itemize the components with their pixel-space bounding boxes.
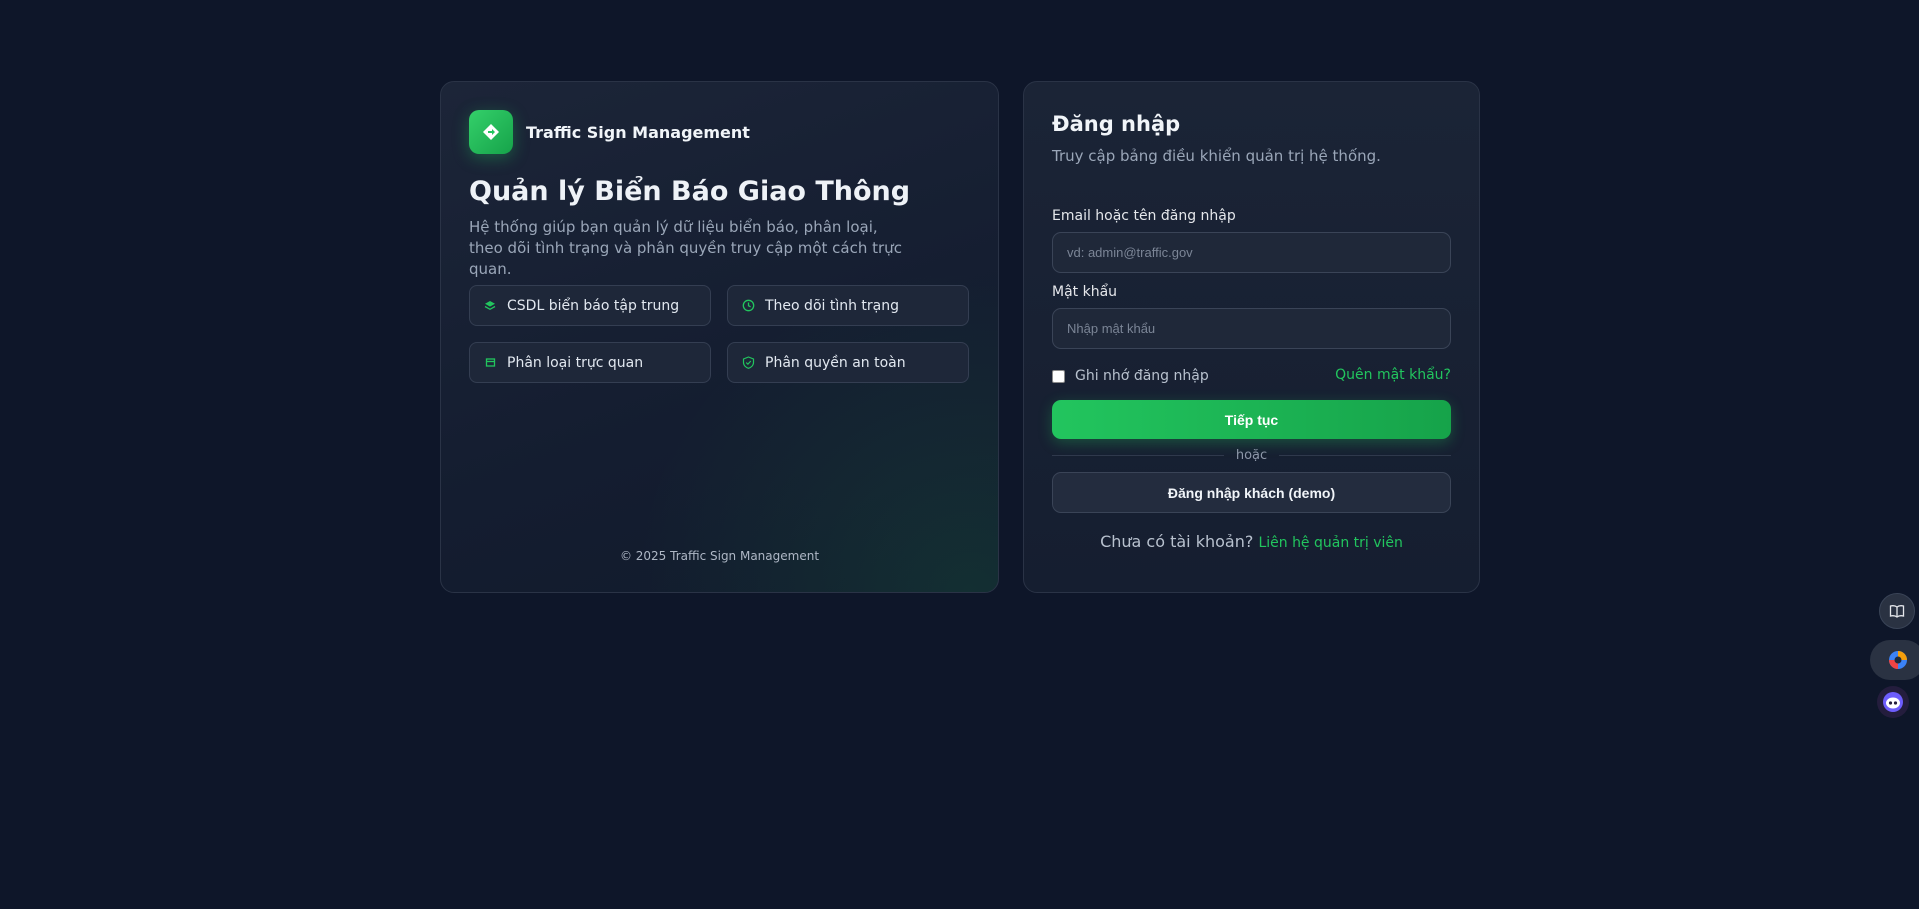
password-field[interactable] bbox=[1052, 308, 1451, 349]
feature-label: Phân quyền an toàn bbox=[765, 354, 906, 371]
remember-checkbox[interactable] bbox=[1052, 369, 1065, 383]
divider: hoặc bbox=[1052, 447, 1451, 463]
divider-line bbox=[1052, 454, 1224, 456]
hero-description: Hệ thống giúp bạn quản lý dữ liệu biển b… bbox=[469, 218, 902, 278]
layers-icon bbox=[483, 299, 497, 313]
feature-card: Phân loại trực quan bbox=[469, 342, 711, 383]
no-account-text: Chưa có tài khoản? bbox=[1100, 532, 1254, 551]
remember-label: Ghi nhớ đăng nhập bbox=[1075, 368, 1209, 384]
divider-line bbox=[1279, 454, 1451, 456]
clock-icon bbox=[741, 299, 755, 313]
assistant-icon[interactable] bbox=[1870, 640, 1919, 680]
password-label: Mật khẩu bbox=[1052, 284, 1118, 300]
feature-label: Theo dõi tình trạng bbox=[765, 297, 900, 314]
signup-prompt: Chưa có tài khoản? Liên hệ quản trị viên bbox=[1024, 532, 1479, 551]
shield-check-icon bbox=[741, 356, 755, 370]
feature-label: CSDL biển báo tập trung bbox=[507, 297, 680, 314]
login-panel: Đăng nhập Truy cập bảng điều khiển quản … bbox=[1023, 81, 1480, 593]
feature-label: Phân loại trực quan bbox=[507, 354, 644, 371]
brand-name: Traffic Sign Management bbox=[526, 122, 750, 142]
copyright: © 2025 Traffic Sign Management bbox=[619, 549, 820, 563]
forgot-password-link[interactable]: Quên mật khẩu? bbox=[1335, 367, 1451, 383]
hero-title: Quản lý Biển Báo Giao Thông bbox=[469, 176, 911, 207]
feature-card: CSDL biển báo tập trung bbox=[469, 285, 711, 326]
continue-button[interactable]: Tiếp tục bbox=[1052, 400, 1451, 439]
divider-text: hoặc bbox=[1235, 447, 1268, 463]
feature-card: Phân quyền an toàn bbox=[727, 342, 969, 383]
book-icon[interactable] bbox=[1879, 593, 1915, 629]
guest-login-button[interactable]: Đăng nhập khách (demo) bbox=[1052, 472, 1451, 513]
brand: Traffic Sign Management bbox=[469, 110, 750, 154]
remember-me[interactable]: Ghi nhớ đăng nhập bbox=[1052, 368, 1209, 384]
email-field[interactable] bbox=[1052, 232, 1451, 273]
feature-card: Theo dõi tình trạng bbox=[727, 285, 969, 326]
bot-icon[interactable] bbox=[1877, 686, 1909, 718]
login-subtitle: Truy cập bảng điều khiển quản trị hệ thố… bbox=[1052, 147, 1381, 165]
info-panel: Traffic Sign Management Quản lý Biển Báo… bbox=[440, 81, 999, 593]
traffic-sign-logo-icon bbox=[469, 110, 513, 154]
contact-admin-link[interactable]: Liên hệ quản trị viên bbox=[1258, 535, 1402, 551]
category-icon bbox=[483, 356, 497, 370]
email-label: Email hoặc tên đăng nhập bbox=[1052, 208, 1236, 224]
login-title: Đăng nhập bbox=[1052, 112, 1181, 136]
